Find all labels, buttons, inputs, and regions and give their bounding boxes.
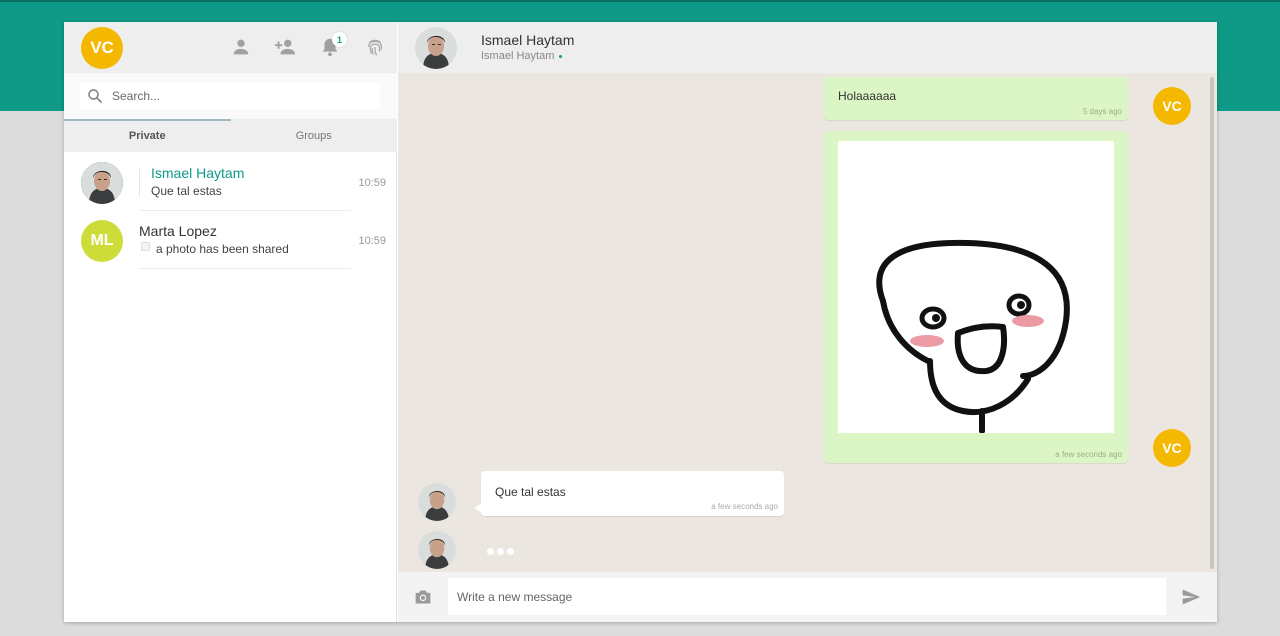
message-input[interactable] xyxy=(448,578,1166,615)
message-time: a few seconds ago xyxy=(711,502,778,511)
notification-badge: 1 xyxy=(332,32,347,47)
fingerprint-icon[interactable] xyxy=(364,36,386,58)
message-text: Que tal estas xyxy=(495,485,566,499)
chat-time: 10:59 xyxy=(358,235,386,247)
profile-photo xyxy=(81,162,123,204)
drawing-image xyxy=(876,239,1070,434)
contact-status-text: Ismael Haytam xyxy=(481,50,555,62)
message-bubble-incoming: Que tal estas a few seconds ago xyxy=(481,471,784,516)
typing-dot xyxy=(487,548,494,555)
divider xyxy=(139,268,351,269)
conversation-panel: Ismael Haytam Ismael Haytam Holaaaaaa 5 … xyxy=(398,22,1217,622)
chat-name: Ismael Haytam xyxy=(151,165,245,181)
my-avatar: VC xyxy=(1153,429,1191,467)
chat-app: VC 1 Search... Private Groups Ismael Hay… xyxy=(64,22,1217,622)
chat-indicator xyxy=(139,169,140,197)
message-text: Holaaaaaa xyxy=(838,89,897,103)
scrollbar[interactable] xyxy=(1210,77,1214,569)
camera-icon[interactable] xyxy=(413,588,433,606)
message-time: a few seconds ago xyxy=(1055,450,1122,459)
chat-list-item[interactable]: Ismael Haytam Que tal estas 10:59 xyxy=(64,153,397,211)
conversation-header: Ismael Haytam Ismael Haytam xyxy=(398,22,1217,73)
add-person-icon[interactable] xyxy=(274,36,296,58)
contact-avatar[interactable] xyxy=(415,27,457,69)
chat-tabs: Private Groups xyxy=(64,119,397,152)
typing-indicator xyxy=(487,548,514,555)
contact-avatar: ML xyxy=(81,220,123,262)
chat-preview: Que tal estas xyxy=(151,184,222,198)
profile-photo xyxy=(418,483,456,521)
person-icon[interactable] xyxy=(230,36,252,58)
tab-private[interactable]: Private xyxy=(64,119,231,152)
chat-time: 10:59 xyxy=(358,177,386,189)
tab-groups[interactable]: Groups xyxy=(231,119,398,152)
search-icon xyxy=(88,89,102,103)
message-time: 5 days ago xyxy=(1082,107,1122,116)
profile-photo xyxy=(415,27,457,69)
send-icon[interactable] xyxy=(1181,587,1201,607)
photo-icon xyxy=(141,242,150,251)
typing-dot xyxy=(497,548,504,555)
contact-avatar xyxy=(418,531,456,569)
shared-image[interactable] xyxy=(838,141,1114,434)
search-box xyxy=(80,83,380,109)
sidebar: VC 1 Search... Private Groups Ismael Hay… xyxy=(64,22,397,622)
sidebar-header: VC 1 xyxy=(64,22,397,73)
my-avatar[interactable]: VC xyxy=(81,27,123,69)
online-indicator xyxy=(559,54,563,58)
chat-name: Marta Lopez xyxy=(139,223,217,239)
search-bar xyxy=(64,73,397,119)
message-bubble-outgoing: a few seconds ago xyxy=(824,131,1128,463)
message-list[interactable]: Holaaaaaa 5 days ago VC a few seconds ag… xyxy=(398,73,1217,572)
contact-name: Ismael Haytam xyxy=(481,32,575,48)
search-input[interactable] xyxy=(112,89,352,103)
my-avatar: VC xyxy=(1153,87,1191,125)
chat-list-item[interactable]: ML Marta Lopez a photo has been shared 1… xyxy=(64,211,397,269)
typing-dot xyxy=(507,548,514,555)
message-bubble-outgoing: Holaaaaaa 5 days ago xyxy=(824,77,1128,120)
contact-avatar xyxy=(418,483,456,521)
chat-preview: a photo has been shared xyxy=(156,242,289,256)
profile-photo xyxy=(418,531,456,569)
message-composer xyxy=(398,572,1217,622)
contact-status: Ismael Haytam xyxy=(481,50,563,62)
contact-avatar xyxy=(81,162,123,204)
